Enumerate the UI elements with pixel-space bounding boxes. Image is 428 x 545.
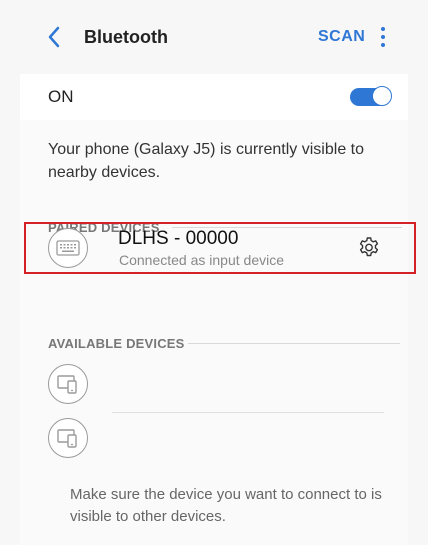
available-device-item[interactable] — [48, 418, 88, 458]
section-divider — [188, 343, 400, 344]
back-button[interactable] — [40, 22, 68, 52]
connect-hint: Make sure the device you want to connect… — [70, 486, 382, 525]
switch-knob — [372, 86, 392, 106]
bluetooth-switch[interactable] — [350, 86, 392, 106]
toggle-label: ON — [48, 87, 74, 106]
available-devices-header: AVAILABLE DEVICES — [48, 336, 185, 351]
device-icon — [57, 375, 77, 394]
device-icon — [57, 429, 77, 448]
available-device-item[interactable] — [48, 364, 88, 404]
list-divider — [112, 412, 384, 413]
device-settings-button[interactable] — [357, 236, 381, 260]
more-options-button[interactable] — [376, 24, 390, 50]
visibility-info: Your phone (Galaxy J5) is currently visi… — [48, 141, 364, 181]
keyboard-icon — [56, 240, 80, 256]
chevron-left-icon — [48, 26, 60, 48]
devices-card: Your phone (Galaxy J5) is currently visi… — [20, 120, 416, 545]
bluetooth-toggle-row[interactable]: ON — [20, 74, 408, 120]
page-title: Bluetooth — [84, 27, 168, 47]
device-avatar — [48, 228, 88, 268]
scan-button[interactable]: SCAN — [318, 28, 365, 46]
app-bar: Bluetooth SCAN — [0, 0, 428, 74]
paired-device-item[interactable]: DLHS - 00000 Connected as input device — [24, 222, 416, 274]
more-vert-icon — [381, 27, 385, 31]
device-status: Connected as input device — [119, 252, 284, 268]
gear-icon — [359, 237, 379, 257]
device-name: DLHS - 00000 — [118, 228, 239, 249]
